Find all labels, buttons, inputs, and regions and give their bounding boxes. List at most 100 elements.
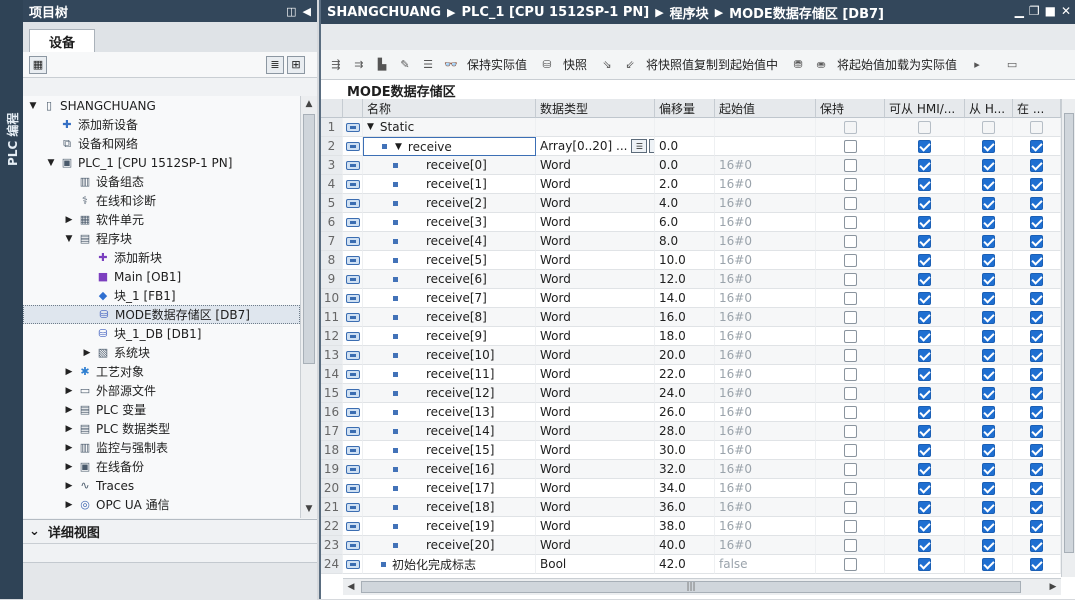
start-value-cell[interactable]: 16#0 — [715, 289, 816, 308]
retain-checkbox[interactable] — [843, 253, 857, 267]
hmi-visible-checkbox[interactable] — [1030, 557, 1043, 571]
hmi-accessible-checkbox[interactable] — [918, 139, 931, 153]
retain-checkbox[interactable] — [843, 196, 857, 210]
hmi-writable-checkbox[interactable] — [982, 177, 995, 191]
start-value-cell[interactable]: 16#0 — [715, 308, 816, 327]
hmi-visible-checkbox[interactable] — [1030, 386, 1043, 400]
hmi-visible-checkbox[interactable] — [1030, 538, 1043, 552]
copy-snapshot-to-start-button[interactable]: 将快照值复制到起始值中 — [646, 56, 778, 73]
hmi-visible-checkbox[interactable] — [1030, 481, 1043, 495]
hmi-writable-checkbox[interactable] — [982, 215, 995, 229]
name-cell[interactable]: ▼ Static — [363, 118, 536, 137]
collapsed-caret-icon[interactable]: ▶ — [63, 500, 75, 510]
datatype-cell[interactable]: Word — [536, 384, 655, 403]
datatype-cell[interactable]: Word — [536, 498, 655, 517]
hmi-visible-checkbox[interactable] — [1030, 424, 1043, 438]
expand-caret-icon[interactable]: ▼ — [395, 142, 402, 152]
hmi-accessible-checkbox[interactable] — [918, 405, 931, 419]
table-row[interactable]: 21 receive[18] Word 36.0 16#0 — [321, 498, 1061, 517]
hmi-accessible-checkbox[interactable] — [918, 386, 931, 400]
collapsed-caret-icon[interactable]: ▶ — [63, 481, 75, 491]
table-row[interactable]: 9 receive[6] Word 12.0 16#0 — [321, 270, 1061, 289]
table-row[interactable]: 13 receive[10] Word 20.0 16#0 — [321, 346, 1061, 365]
list-view-icon[interactable]: ≣ — [266, 56, 284, 74]
snapshot-icon[interactable]: ⛁ — [538, 57, 556, 73]
hmi-visible-checkbox[interactable] — [1030, 310, 1043, 324]
hmi-visible-checkbox[interactable] — [1030, 443, 1043, 457]
datatype-cell[interactable]: Word — [536, 156, 655, 175]
hmi-writable-checkbox[interactable] — [982, 386, 995, 400]
datatype-cell[interactable]: Word — [536, 175, 655, 194]
header-offset[interactable]: 偏移量 — [655, 99, 715, 118]
load-start-as-actual-button[interactable]: 将起始值加载为实际值 — [837, 56, 957, 73]
datatype-cell[interactable]: Word — [536, 270, 655, 289]
hmi-visible-checkbox[interactable] — [1030, 196, 1043, 210]
hmi-writable-checkbox[interactable] — [982, 348, 995, 362]
name-cell[interactable]: receive[12] — [363, 384, 536, 403]
start-value-cell[interactable]: 16#0 — [715, 270, 816, 289]
datatype-cell[interactable]: Word — [536, 289, 655, 308]
datatype-cell[interactable]: Word — [536, 346, 655, 365]
hmi-accessible-checkbox[interactable] — [918, 519, 931, 533]
hmi-accessible-checkbox[interactable] — [918, 348, 931, 362]
tree-item[interactable]: ▥ 设备组态 — [23, 172, 300, 191]
hmi-visible-checkbox[interactable] — [1030, 139, 1043, 153]
plc-programming-sidetab[interactable]: PLC 编程 — [0, 0, 23, 599]
name-cell[interactable]: receive[3] — [363, 213, 536, 232]
hmi-writable-checkbox[interactable] — [982, 500, 995, 514]
tree-item[interactable]: ⚕ 在线和诊断 — [23, 191, 300, 210]
header-retain[interactable]: 保持 — [816, 99, 885, 118]
more-arrow-icon[interactable]: ▸ — [968, 57, 986, 73]
start-value-cell[interactable]: 16#0 — [715, 213, 816, 232]
collapsed-caret-icon[interactable]: ▶ — [63, 443, 75, 453]
hmi-visible-checkbox[interactable] — [1030, 348, 1043, 362]
datatype-cell[interactable]: Word — [536, 479, 655, 498]
hmi-accessible-checkbox[interactable] — [918, 177, 931, 191]
columns-icon[interactable]: ☰ — [419, 57, 437, 73]
collapsed-caret-icon[interactable]: ▶ — [63, 405, 75, 415]
hmi-visible-checkbox[interactable] — [1030, 462, 1043, 476]
start-value-cell[interactable]: 16#0 — [715, 232, 816, 251]
hmi-visible-checkbox[interactable] — [1030, 215, 1043, 229]
tree-item[interactable]: ▶ ◎ OPC UA 通信 — [23, 495, 300, 514]
tree-item[interactable]: ⧉ 设备和网络 — [23, 134, 300, 153]
retain-checkbox[interactable] — [843, 443, 857, 457]
tree-item[interactable]: ▼ ▣ PLC_1 [CPU 1512SP-1 PN] — [23, 153, 300, 172]
hmi-writable-checkbox[interactable] — [982, 519, 995, 533]
hmi-writable-checkbox[interactable] — [982, 424, 995, 438]
hmi-writable-checkbox[interactable] — [982, 557, 995, 571]
table-row[interactable]: 11 receive[8] Word 16.0 16#0 — [321, 308, 1061, 327]
retain-checkbox[interactable] — [843, 291, 857, 305]
start-value-cell[interactable]: 16#0 — [715, 346, 816, 365]
expand-caret-icon[interactable]: ▼ — [367, 122, 374, 132]
hmi-accessible-checkbox[interactable] — [918, 310, 931, 324]
table-row[interactable]: 19 receive[16] Word 32.0 16#0 — [321, 460, 1061, 479]
scroll-up-icon[interactable]: ▲ — [301, 96, 317, 112]
start-value-cell[interactable]: 16#0 — [715, 498, 816, 517]
start-value-cell[interactable]: 16#0 — [715, 517, 816, 536]
hmi-visible-checkbox[interactable] — [1030, 367, 1043, 381]
tree-item[interactable]: ▶ ▧ 系统块 — [23, 343, 300, 362]
hmi-visible-checkbox[interactable] — [1030, 253, 1043, 267]
datatype-cell[interactable]: Word — [536, 194, 655, 213]
hmi-writable-checkbox[interactable] — [982, 367, 995, 381]
start-value-cell[interactable]: 16#0 — [715, 365, 816, 384]
start-value-cell[interactable] — [715, 118, 816, 137]
retain-checkbox[interactable] — [843, 557, 857, 571]
copy-snapshot-all-icon[interactable]: ⇙ — [621, 57, 639, 73]
start-value-cell[interactable]: 16#0 — [715, 327, 816, 346]
name-cell[interactable]: ▼ receive — [363, 137, 536, 156]
tree-scroll-thumb[interactable] — [303, 114, 315, 364]
datatype-cell[interactable] — [536, 118, 655, 137]
start-value-cell[interactable]: 16#0 — [715, 441, 816, 460]
expand-all-icon[interactable]: ▙ — [373, 57, 391, 73]
hmi-accessible-checkbox[interactable] — [918, 538, 931, 552]
header-name[interactable]: 名称 — [363, 99, 536, 118]
table-row[interactable]: 14 receive[11] Word 22.0 16#0 — [321, 365, 1061, 384]
start-value-cell[interactable]: 16#0 — [715, 536, 816, 555]
table-row[interactable]: 22 receive[19] Word 38.0 16#0 — [321, 517, 1061, 536]
hmi-accessible-checkbox[interactable] — [918, 424, 931, 438]
table-vertical-scrollbar[interactable] — [1061, 99, 1075, 577]
tab-devices[interactable]: 设备 — [29, 29, 95, 52]
breadcrumb-db[interactable]: MODE数据存储区 [DB7] — [729, 3, 884, 22]
